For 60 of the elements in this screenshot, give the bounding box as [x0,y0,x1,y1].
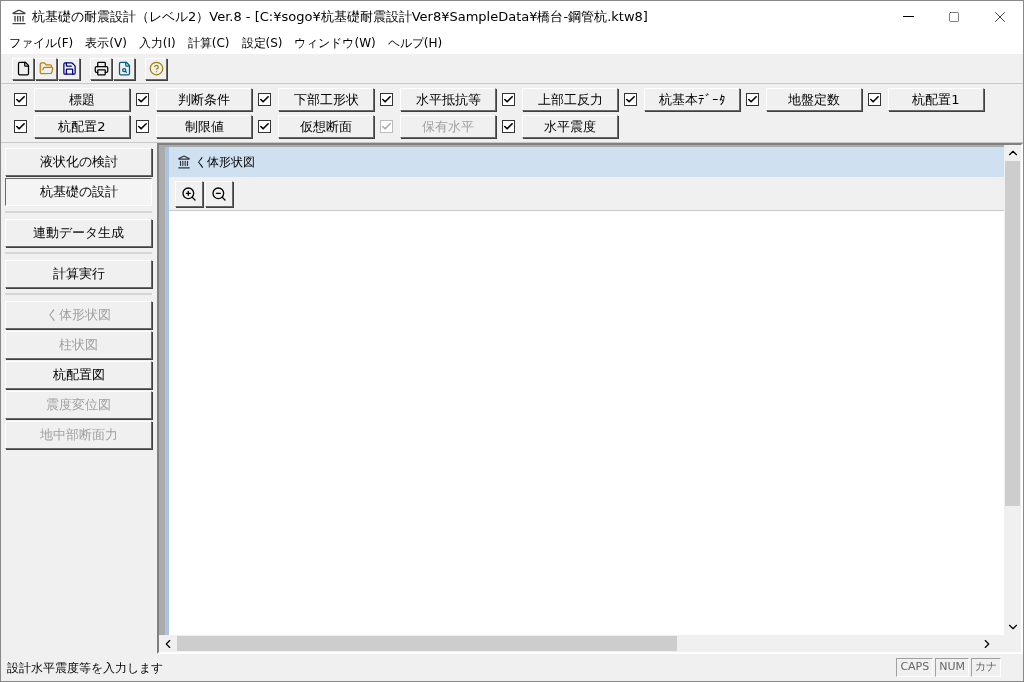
menu-item[interactable]: 設定(S) [235,34,289,52]
status-message: 設計水平震度等を入力します [7,659,163,677]
input-button[interactable]: 仮想断面 [278,115,374,138]
input-button[interactable]: 判断条件 [156,88,252,111]
scroll-thumb[interactable] [1005,161,1020,506]
window-icon [177,155,191,169]
input-button[interactable]: 水平震度 [522,115,618,138]
zoom-out-icon [211,185,227,202]
checkbox[interactable] [136,120,149,133]
sidebar-button[interactable]: 杭配置図 [5,361,152,389]
input-button[interactable]: 杭配置2 [34,115,130,138]
window-title: 杭基礎の耐震設計（レベル2）Ver.8 - [C:¥sogo¥杭基礎耐震設計Ver8¥SampleData¥橋台-鋼管杭.ktw8] [32,7,648,26]
sidebar-button[interactable]: 杭基礎の設計 [5,178,152,206]
minimize-icon [902,16,914,17]
child-window-title: く体形状図 [195,154,255,171]
maximize-icon [948,10,960,23]
print-icon[interactable] [90,57,112,80]
menu-item[interactable]: ヘルプ(H) [381,34,449,52]
input-button[interactable]: 標題 [34,88,130,111]
input-button[interactable]: 杭基本ﾃﾞｰﾀ [644,88,740,111]
checkbox[interactable] [624,93,637,106]
sidebar-button[interactable]: 連動データ生成 [5,219,152,247]
checkbox[interactable] [14,93,27,106]
zoom-in-icon [181,185,197,202]
input-button[interactable]: 下部工形状 [278,88,374,111]
open-folder-icon[interactable] [35,57,57,80]
zoom-out-button[interactable] [205,180,233,207]
menu-item[interactable]: 計算(C) [181,34,236,52]
input-button[interactable]: 制限値 [156,115,252,138]
app-icon [11,8,27,25]
print-preview-icon[interactable] [113,57,135,80]
save-icon[interactable] [58,57,80,80]
checkbox[interactable] [136,93,149,106]
status-indicator: CAPS [896,658,934,677]
menu-item[interactable]: 入力(I) [132,34,182,52]
menu-item[interactable]: ウィンドウ(W) [288,34,382,52]
sidebar-button[interactable]: 液状化の検討 [5,148,152,176]
checkbox[interactable] [258,93,271,106]
checkbox[interactable] [868,93,881,106]
scroll-thumb[interactable] [177,636,677,651]
menu-item[interactable]: ファイル(F) [3,34,80,52]
input-button[interactable]: 地盤定数 [766,88,862,111]
checkbox[interactable] [502,120,515,133]
input-button[interactable]: 杭配置1 [888,88,984,111]
help-icon[interactable] [145,57,167,80]
zoom-in-button[interactable] [175,180,203,207]
status-indicator: カナ [971,658,1001,677]
new-file-icon[interactable] [12,57,34,80]
input-button[interactable]: 水平抵抗等 [400,88,496,111]
status-indicator: NUM [935,658,969,677]
checkbox[interactable] [14,120,27,133]
checkbox[interactable] [258,120,271,133]
vertical-scrollbar[interactable] [1004,145,1021,635]
checkbox[interactable] [746,93,759,106]
horizontal-scrollbar[interactable] [159,635,1021,652]
checkbox[interactable] [502,93,515,106]
sidebar-button[interactable]: 計算実行 [5,260,152,288]
checkbox[interactable] [380,93,393,106]
menu-item[interactable]: 表示(V) [79,34,133,52]
input-button[interactable]: 上部工反力 [522,88,618,111]
